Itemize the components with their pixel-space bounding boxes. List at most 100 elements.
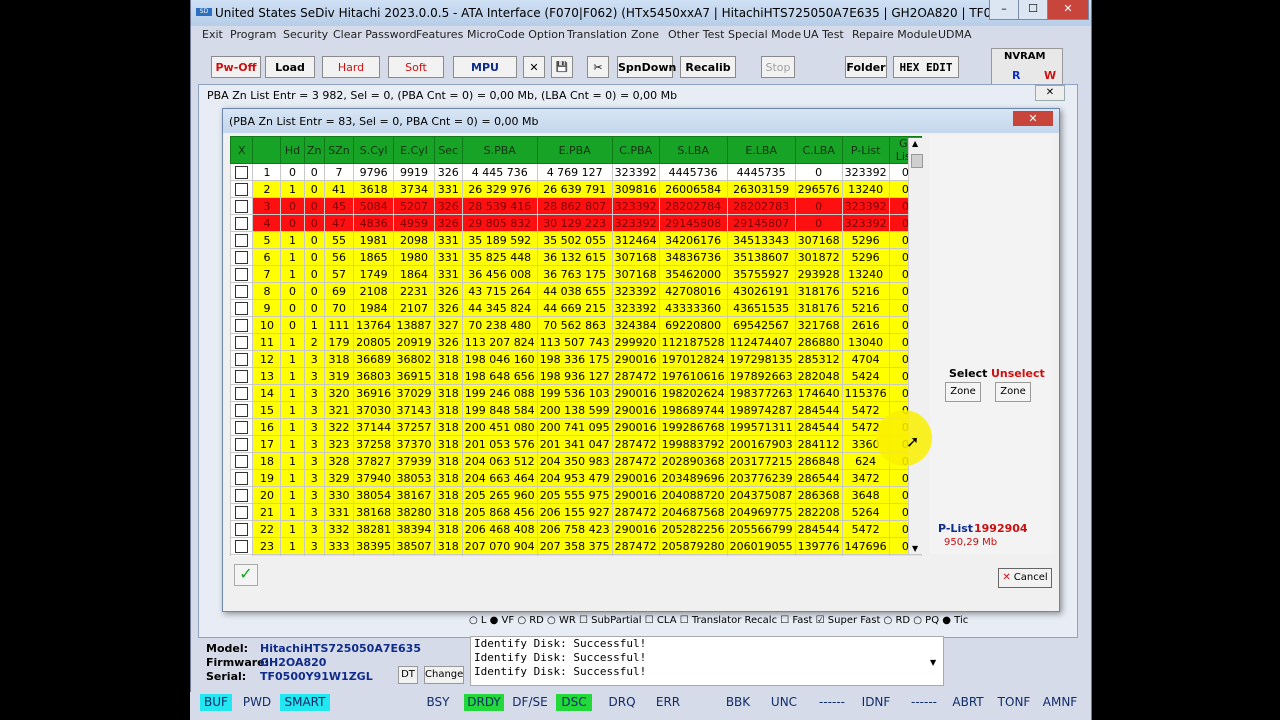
column-header[interactable]: Sec bbox=[433, 136, 463, 164]
row-checkbox[interactable] bbox=[235, 454, 249, 468]
column-header[interactable]: E.PBA bbox=[536, 136, 613, 164]
table-row[interactable]: 23 1 3 333 38395 38507 318 207 070 904 207 358 3… bbox=[230, 537, 922, 555]
close-button[interactable]: ✕ bbox=[1047, 0, 1089, 20]
close-x-icon[interactable]: ✕ bbox=[523, 56, 545, 78]
row-checkbox-cell[interactable] bbox=[230, 486, 254, 504]
row-checkbox[interactable] bbox=[235, 488, 249, 502]
table-row[interactable]: 22 1 3 332 38281 38394 318 206 468 408 206 758 4… bbox=[230, 520, 922, 538]
table-row[interactable]: 16 1 3 322 37144 37257 318 200 451 080 200 741 0… bbox=[230, 418, 922, 436]
table-row[interactable]: 6 1 0 56 1865 1980 331 35 825 448 36 132 615 3071… bbox=[230, 248, 922, 266]
hex-edit-button[interactable]: HEX EDIT bbox=[893, 56, 959, 78]
row-checkbox-cell[interactable] bbox=[230, 214, 254, 232]
nvram-read-button[interactable]: R bbox=[1012, 69, 1020, 82]
row-checkbox[interactable] bbox=[235, 471, 249, 485]
row-checkbox-cell[interactable] bbox=[230, 435, 254, 453]
column-header[interactable]: SZn bbox=[323, 136, 355, 164]
row-checkbox-cell[interactable] bbox=[230, 418, 254, 436]
scroll-up-icon[interactable]: ▲ bbox=[912, 139, 918, 148]
spndown-button[interactable]: SpnDown bbox=[617, 56, 676, 78]
cancel-button[interactable]: ✕ Cancel bbox=[998, 568, 1052, 588]
row-checkbox-cell[interactable] bbox=[230, 265, 254, 283]
table-row[interactable]: 21 1 3 331 38168 38280 318 205 868 456 206 155 9… bbox=[230, 503, 922, 521]
row-checkbox[interactable] bbox=[235, 539, 249, 553]
table-row[interactable]: 19 1 3 329 37940 38053 318 204 663 464 204 953 4… bbox=[230, 469, 922, 487]
table-row[interactable]: 11 1 2 179 20805 20919 326 113 207 824 113 507 7… bbox=[230, 333, 922, 351]
row-checkbox-cell[interactable] bbox=[230, 316, 254, 334]
column-header[interactable]: C.PBA bbox=[611, 136, 660, 164]
row-checkbox[interactable] bbox=[235, 505, 249, 519]
stop-button[interactable]: Stop bbox=[761, 56, 795, 78]
minimize-button[interactable]: – bbox=[989, 0, 1019, 20]
table-row[interactable]: 5 1 0 55 1981 2098 331 35 189 592 35 502 055 3124… bbox=[230, 231, 922, 249]
row-checkbox[interactable] bbox=[235, 301, 249, 315]
column-header[interactable]: P-List bbox=[841, 136, 890, 164]
mpu-reset-button[interactable]: MPU Reset bbox=[453, 56, 517, 96]
column-header[interactable]: E.LBA bbox=[726, 136, 796, 164]
row-checkbox[interactable] bbox=[235, 165, 249, 179]
options-row[interactable]: ○ L ● VF ○ RD ○ WR ☐ SubPartial ☐ CLA ☐ … bbox=[469, 615, 968, 626]
column-header[interactable]: E.Cyl bbox=[393, 136, 435, 164]
outer-dialog-close-button[interactable]: ✕ bbox=[1035, 85, 1065, 101]
table-row[interactable]: 9 0 0 70 1984 2107 326 44 345 824 44 669 215 3233… bbox=[230, 299, 922, 317]
row-checkbox[interactable] bbox=[235, 318, 249, 332]
recalib-button[interactable]: Recalib bbox=[680, 56, 736, 78]
menu-zone[interactable]: Zone bbox=[631, 28, 659, 41]
row-checkbox-cell[interactable] bbox=[230, 554, 254, 556]
row-checkbox[interactable] bbox=[235, 403, 249, 417]
row-checkbox[interactable] bbox=[235, 369, 249, 383]
table-row[interactable]: 10 0 1 111 13764 13887 327 70 238 480 70 562 863… bbox=[230, 316, 922, 334]
menu-microcode-option[interactable]: MicroCode Option bbox=[467, 28, 565, 41]
menu-security[interactable]: Security bbox=[283, 28, 328, 41]
soft-reset-button[interactable]: Soft Reset bbox=[388, 56, 444, 96]
row-checkbox-cell[interactable] bbox=[230, 537, 254, 555]
column-header[interactable]: Zn bbox=[303, 136, 325, 164]
menu-program[interactable]: Program bbox=[230, 28, 276, 41]
row-checkbox-cell[interactable] bbox=[230, 333, 254, 351]
scroll-thumb[interactable] bbox=[911, 154, 923, 168]
scroll-down-icon[interactable]: ▼ bbox=[912, 544, 918, 553]
column-header[interactable]: S.LBA bbox=[658, 136, 728, 164]
column-header[interactable]: S.Cyl bbox=[353, 136, 395, 164]
row-checkbox[interactable] bbox=[235, 352, 249, 366]
table-row[interactable]: 8 0 0 69 2108 2231 326 43 715 264 44 038 655 3233… bbox=[230, 282, 922, 300]
maximize-button[interactable]: ☐ bbox=[1018, 0, 1048, 20]
tools-icon[interactable]: ✂ bbox=[587, 56, 609, 78]
row-checkbox-cell[interactable] bbox=[230, 503, 254, 521]
row-checkbox[interactable] bbox=[235, 199, 249, 213]
menu-special-mode[interactable]: Special Mode bbox=[728, 28, 801, 41]
row-checkbox-cell[interactable] bbox=[230, 384, 254, 402]
table-row[interactable]: 17 1 3 323 37258 37370 318 201 053 576 201 341 0… bbox=[230, 435, 922, 453]
menu-clear-password[interactable]: Clear Password bbox=[333, 28, 417, 41]
row-checkbox-cell[interactable] bbox=[230, 469, 254, 487]
row-checkbox[interactable] bbox=[235, 216, 249, 230]
row-checkbox-cell[interactable] bbox=[230, 350, 254, 368]
row-checkbox[interactable] bbox=[235, 284, 249, 298]
column-header[interactable] bbox=[252, 136, 282, 164]
table-row[interactable]: 18 1 3 328 37827 37939 318 204 063 512 204 350 9… bbox=[230, 452, 922, 470]
table-scrollbar[interactable]: ▲ ▼ bbox=[908, 138, 923, 554]
row-checkbox-cell[interactable] bbox=[230, 401, 254, 419]
menu-exit[interactable]: Exit bbox=[202, 28, 223, 41]
row-checkbox[interactable] bbox=[235, 420, 249, 434]
row-checkbox[interactable] bbox=[235, 386, 249, 400]
log-scroll-down-icon[interactable]: ▼ bbox=[930, 658, 936, 667]
row-checkbox-cell[interactable] bbox=[230, 197, 254, 215]
table-row[interactable]: 13 1 3 319 36803 36915 318 198 648 656 198 936 1… bbox=[230, 367, 922, 385]
unselect-zone-button[interactable]: Zone bbox=[995, 382, 1031, 402]
table-row[interactable]: 1 0 0 7 9796 9919 326 4 445 736 4 769 127 323392 4… bbox=[230, 163, 922, 181]
table-row[interactable]: 2 1 0 41 3618 3734 331 26 329 976 26 639 791 3098… bbox=[230, 180, 922, 198]
load-dir-button[interactable]: Load Dir bbox=[265, 56, 315, 96]
hard-reset-button[interactable]: Hard Reset bbox=[322, 56, 380, 96]
table-row[interactable]: 3 0 0 45 5084 5207 326 28 539 416 28 862 807 3233… bbox=[230, 197, 922, 215]
row-checkbox-cell[interactable] bbox=[230, 520, 254, 538]
table-row[interactable]: 14 1 3 320 36916 37029 318 199 246 088 199 536 1… bbox=[230, 384, 922, 402]
row-checkbox-cell[interactable] bbox=[230, 299, 254, 317]
row-checkbox-cell[interactable] bbox=[230, 452, 254, 470]
menu-features[interactable]: Features bbox=[416, 28, 463, 41]
row-checkbox-cell[interactable] bbox=[230, 367, 254, 385]
change-button[interactable]: Change bbox=[424, 666, 464, 684]
row-checkbox[interactable] bbox=[235, 437, 249, 451]
folder-button[interactable]: Folder bbox=[845, 56, 887, 78]
table-row[interactable]: 24133343850838622318207 670 856207 963 4… bbox=[230, 554, 922, 556]
menu-translation[interactable]: Translation bbox=[567, 28, 627, 41]
